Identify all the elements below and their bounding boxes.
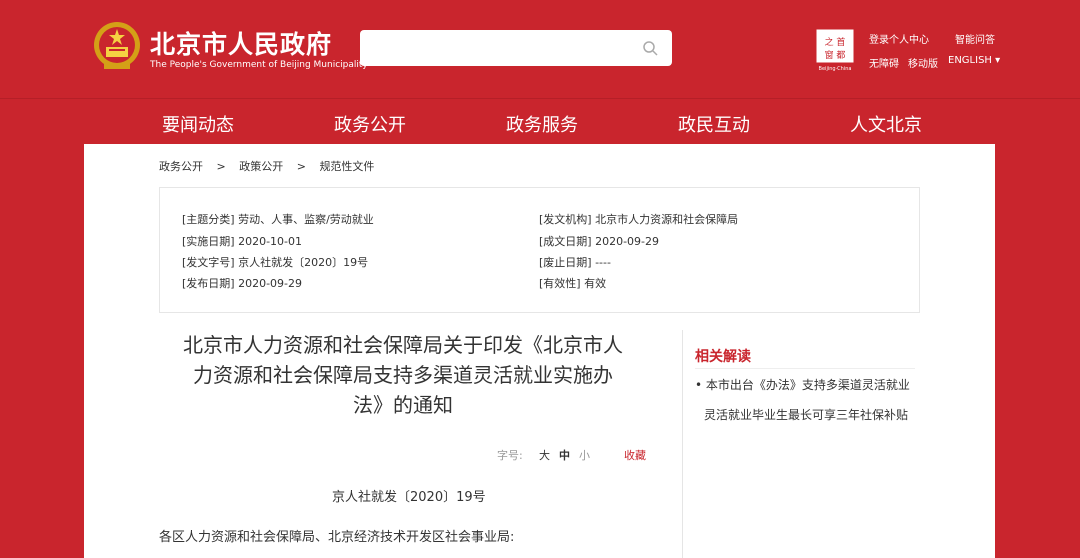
font-size-label: 字号: xyxy=(497,449,523,462)
article-title-line: 北京市人力资源和社会保障局关于印发《北京市人 xyxy=(183,333,623,357)
meta-issuer: [发文机构] 北京市人力资源和社会保障局 xyxy=(539,213,739,226)
nav-item-news[interactable]: 要闻动态 xyxy=(162,111,234,137)
article-salutation: 各区人力资源和社会保障局、北京经济技术开发区社会事业局: xyxy=(159,530,515,545)
article-title-line: 力资源和社会保障局支持多渠道灵活就业实施办 xyxy=(193,363,613,387)
font-medium-button[interactable]: 中 xyxy=(559,447,570,463)
breadcrumb-item[interactable]: 政务公开 xyxy=(159,158,203,174)
meta-doc-no: [发文字号] 京人社就发〔2020〕19号 xyxy=(182,256,369,269)
font-large-button[interactable]: 大 xyxy=(539,447,550,463)
related-title-underline xyxy=(695,368,915,369)
accessibility-link[interactable]: 无障碍 xyxy=(869,55,899,70)
svg-text:窗 都: 窗 都 xyxy=(825,49,846,61)
login-link[interactable]: 登录个人中心 xyxy=(869,31,929,46)
document-number: 京人社就发〔2020〕19号 xyxy=(332,490,486,505)
meta-abolish-date: [废止日期] ---- xyxy=(539,256,611,269)
meta-validity: [有效性] 有效 xyxy=(539,277,607,290)
document-metadata: [主题分类] 劳动、人事、监察/劳动就业 [发文机构] 北京市人力资源和社会保障… xyxy=(159,187,920,313)
breadcrumb-separator: > xyxy=(296,160,306,173)
article-title-line: 法》的通知 xyxy=(353,393,453,417)
breadcrumb-item[interactable]: 政策公开 xyxy=(239,158,283,174)
main-nav: 要闻动态 政务公开 政务服务 政民互动 人文北京 xyxy=(0,98,1080,144)
svg-text:Beijing·China: Beijing·China xyxy=(819,66,852,72)
search-input[interactable] xyxy=(360,30,672,66)
breadcrumb: 政务公开 > 政策公开 > 规范性文件 xyxy=(159,158,374,174)
related-item[interactable]: • 本市出台《办法》支持多渠道灵活就业 xyxy=(695,376,910,393)
article-title: 北京市人力资源和社会保障局关于印发《北京市人 力资源和社会保障局支持多渠道灵活就… xyxy=(163,330,643,420)
nav-item-culture[interactable]: 人文北京 xyxy=(850,111,922,137)
related-reading-title: 相关解读 xyxy=(695,349,751,365)
english-link[interactable]: ENGLISH ▾ xyxy=(948,55,1000,66)
meta-publish-date: [发布日期] 2020-09-29 xyxy=(182,277,303,290)
meta-written-date: [成文日期] 2020-09-29 xyxy=(539,235,660,248)
beijing-portal-logo[interactable]: 之 首 窗 都 Beijing·China xyxy=(815,28,855,72)
breadcrumb-separator: > xyxy=(216,160,226,173)
related-item[interactable]: 灵活就业毕业生最长可享三年社保补贴 xyxy=(704,406,908,423)
smart-qa-link[interactable]: 智能问答 xyxy=(955,31,995,46)
national-emblem-icon[interactable] xyxy=(92,20,142,72)
nav-item-interaction[interactable]: 政民互动 xyxy=(678,111,750,137)
nav-item-services[interactable]: 政务服务 xyxy=(506,111,578,137)
svg-text:之 首: 之 首 xyxy=(825,36,846,48)
font-small-button[interactable]: 小 xyxy=(579,447,590,463)
site-header: 北京市人民政府 The People's Government of Beiji… xyxy=(0,0,1080,98)
site-subtitle: The People's Government of Beijing Munic… xyxy=(150,60,368,70)
breadcrumb-item[interactable]: 规范性文件 xyxy=(319,158,374,174)
mobile-link[interactable]: 移动版 xyxy=(908,55,938,70)
site-title[interactable]: 北京市人民政府 xyxy=(150,25,332,61)
meta-topic: [主题分类] 劳动、人事、监察/劳动就业 xyxy=(182,213,374,226)
nav-item-gov-affairs[interactable]: 政务公开 xyxy=(334,111,406,137)
search-icon[interactable] xyxy=(642,40,658,56)
main-content: 政务公开 > 政策公开 > 规范性文件 [主题分类] 劳动、人事、监察/劳动就业… xyxy=(84,144,995,558)
column-divider xyxy=(682,330,683,558)
favorite-button[interactable]: 收藏 xyxy=(624,447,646,463)
meta-effective-date: [实施日期] 2020-10-01 xyxy=(182,235,303,248)
